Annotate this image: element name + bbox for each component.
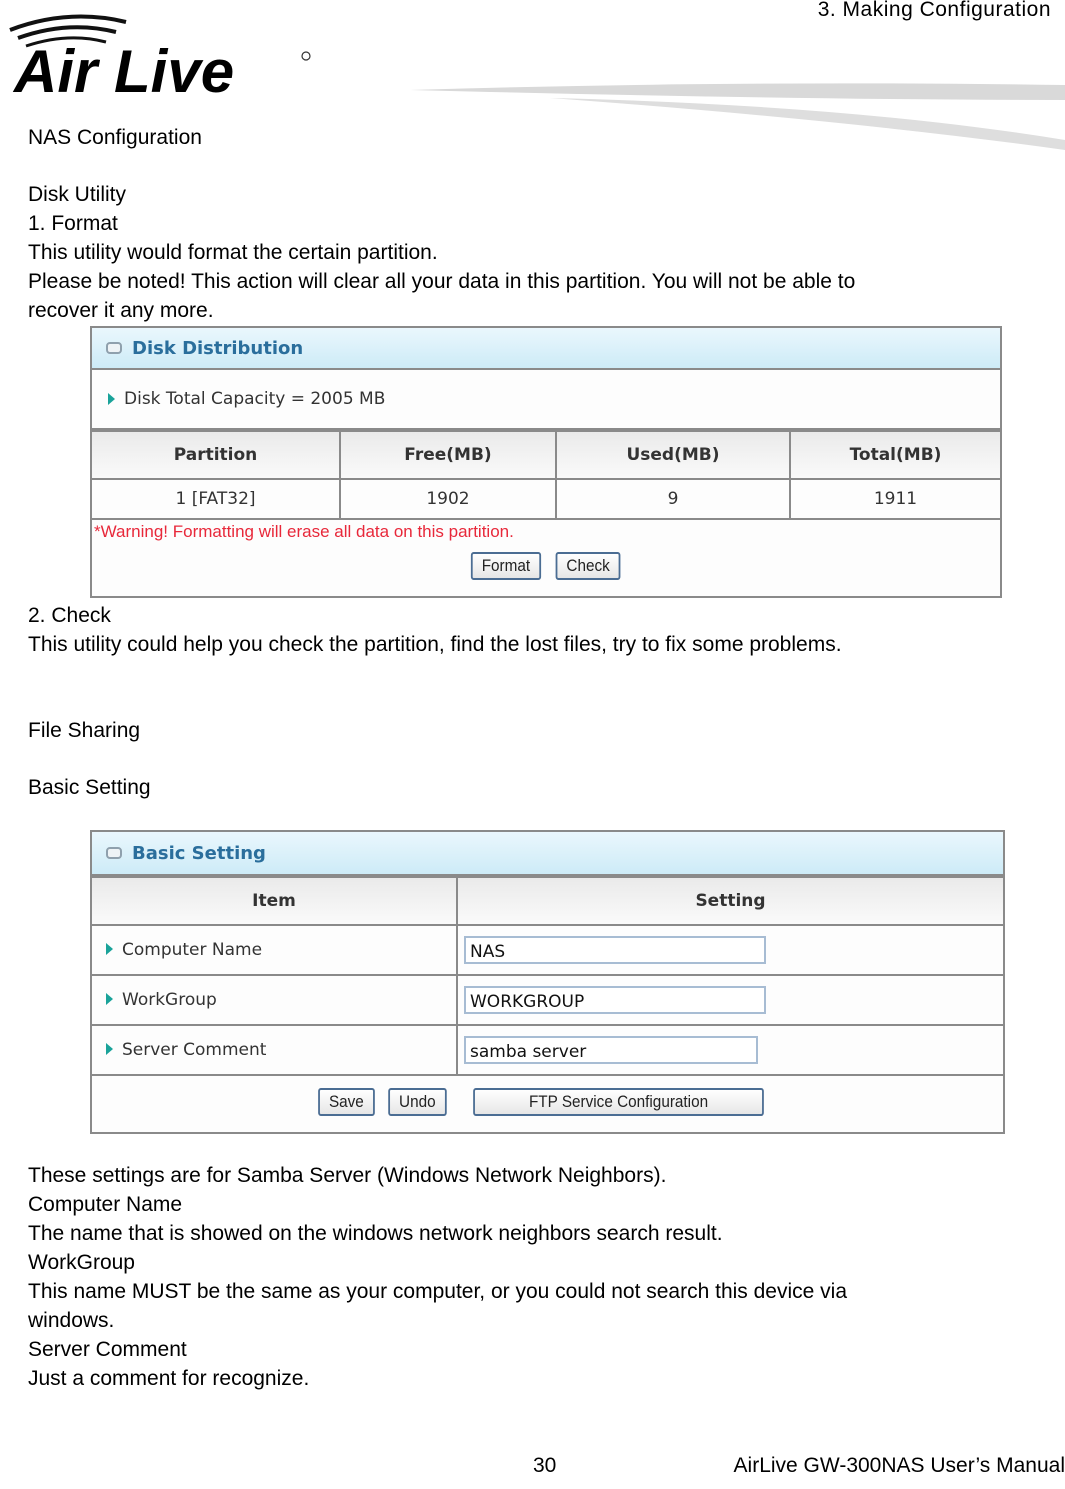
basic-setting-action-buttons: Save Undo FTP Service Configuration — [92, 1088, 1003, 1116]
samba-description: These settings are for Samba Server (Win… — [28, 1164, 667, 1187]
save-button[interactable]: Save — [318, 1088, 375, 1116]
panel-box-icon — [106, 342, 122, 354]
server-comment-description: Just a comment for recognize. — [28, 1367, 310, 1390]
ftp-service-configuration-button[interactable]: FTP Service Configuration — [472, 1088, 764, 1116]
basic-setting-header: Basic Setting — [92, 832, 1003, 876]
disk-action-buttons: Format Check — [92, 552, 1000, 580]
undo-button[interactable]: Undo — [388, 1088, 447, 1116]
table-row: Server Comment samba server — [92, 1024, 1003, 1076]
subsection-disk-utility: Disk Utility — [28, 183, 126, 206]
disk-capacity-label: Disk Total Capacity = 2005 MB — [124, 389, 386, 409]
cell-total: 1911 — [789, 478, 1000, 520]
column-header-free: Free(MB) — [339, 430, 557, 480]
format-warning-text-line2: recover it any more. — [28, 299, 214, 322]
basic-setting-panel: Basic Setting Item Setting Computer Name… — [90, 830, 1005, 1134]
bullet-arrow-icon — [108, 393, 115, 405]
column-header-setting: Setting — [456, 876, 1003, 926]
column-header-used: Used(MB) — [555, 430, 791, 480]
check-description: This utility could help you check the pa… — [28, 633, 842, 656]
computer-name-input[interactable]: NAS — [464, 936, 766, 964]
manual-title: AirLive GW-300NAS User’s Manual — [733, 1454, 1065, 1477]
workgroup-input[interactable]: WORKGROUP — [464, 986, 766, 1014]
item-format-heading: 1. Format — [28, 212, 118, 235]
computer-name-heading: Computer Name — [28, 1193, 183, 1216]
table-row[interactable]: 1 [FAT32] 1902 9 1911 — [92, 478, 1000, 520]
item-check-heading: 2. Check — [28, 604, 111, 627]
disk-distribution-panel: Disk Distribution Disk Total Capacity = … — [90, 326, 1002, 598]
server-comment-label: Server Comment — [122, 1040, 267, 1060]
workgroup-label: WorkGroup — [122, 990, 217, 1010]
page-number: 30 — [533, 1454, 557, 1477]
computer-name-description: The name that is showed on the windows n… — [28, 1222, 723, 1245]
computer-name-setting-cell: NAS — [456, 924, 1003, 976]
workgroup-description-line2: windows. — [28, 1309, 115, 1332]
computer-name-label-cell: Computer Name — [92, 924, 458, 976]
section-title-nas-configuration: NAS Configuration — [28, 126, 202, 149]
table-row: Computer Name NAS — [92, 924, 1003, 976]
disk-distribution-header: Disk Distribution — [92, 328, 1000, 370]
partition-table: Partition Free(MB) Used(MB) Total(MB) 1 … — [92, 430, 1000, 520]
workgroup-description-line1: This name MUST be the same as your compu… — [28, 1280, 847, 1303]
section-title-file-sharing: File Sharing — [28, 719, 141, 742]
cell-used: 9 — [555, 478, 791, 520]
partition-table-header: Partition Free(MB) Used(MB) Total(MB) — [92, 430, 1000, 480]
cell-partition: 1 [FAT32] — [92, 478, 341, 520]
basic-setting-title: Basic Setting — [132, 842, 266, 864]
column-header-partition: Partition — [92, 430, 341, 480]
server-comment-input[interactable]: samba server — [464, 1036, 758, 1064]
chapter-title: 3. Making Configuration — [817, 0, 1051, 21]
brand-text: Air Live — [12, 38, 234, 98]
format-warning-message: *Warning! Formatting will erase all data… — [94, 522, 514, 541]
server-comment-label-cell: Server Comment — [92, 1024, 458, 1076]
header-swoosh-decoration — [410, 83, 1065, 150]
panel-box-icon — [106, 847, 122, 859]
workgroup-heading: WorkGroup — [28, 1251, 135, 1274]
table-row: WorkGroup WORKGROUP — [92, 974, 1003, 1026]
disk-capacity-row: Disk Total Capacity = 2005 MB — [92, 370, 1000, 430]
column-header-total: Total(MB) — [789, 430, 1000, 480]
server-comment-heading: Server Comment — [28, 1338, 187, 1361]
workgroup-setting-cell: WORKGROUP — [456, 974, 1003, 1026]
column-header-item: Item — [92, 876, 458, 926]
format-description: This utility would format the certain pa… — [28, 241, 438, 264]
computer-name-label: Computer Name — [122, 940, 263, 960]
disk-distribution-title: Disk Distribution — [132, 337, 304, 359]
cell-free: 1902 — [339, 478, 557, 520]
bullet-arrow-icon — [106, 943, 113, 955]
airlive-logo: Air Live — [9, 14, 311, 98]
server-comment-setting-cell: samba server — [456, 1024, 1003, 1076]
subsection-basic-setting: Basic Setting — [28, 776, 151, 799]
format-button[interactable]: Format — [471, 552, 542, 580]
bullet-arrow-icon — [106, 993, 113, 1005]
basic-setting-table: Item Setting Computer Name NAS WorkGroup… — [92, 876, 1003, 1076]
check-button[interactable]: Check — [555, 552, 621, 580]
basic-setting-table-header: Item Setting — [92, 876, 1003, 926]
format-warning-text-line1: Please be noted! This action will clear … — [28, 270, 856, 293]
bullet-arrow-icon — [106, 1043, 113, 1055]
workgroup-label-cell: WorkGroup — [92, 974, 458, 1026]
